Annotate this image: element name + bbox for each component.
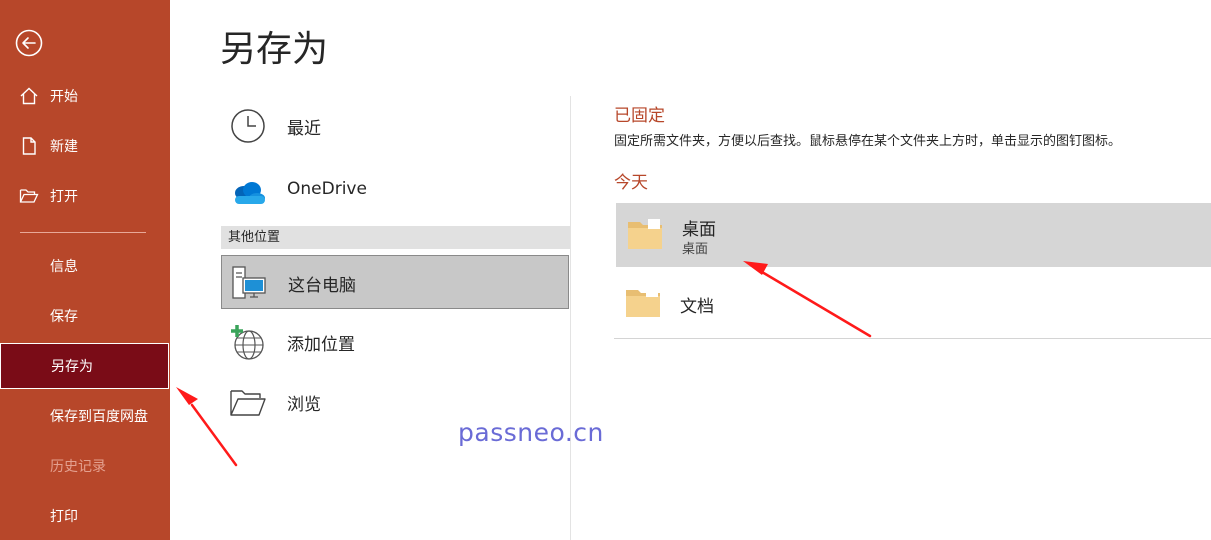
nav-item-home[interactable]: 开始 [0, 73, 170, 119]
today-header: 今天 [614, 173, 648, 193]
other-locations-header: 其他位置 [221, 226, 570, 249]
backstage-sidebar: 开始 新建 打开 信息 保存 另存为 保存到百度网盘 历史记录 打印 [0, 0, 170, 540]
nav-item-print[interactable]: 打印 [0, 493, 170, 539]
location-this-pc[interactable]: 这台电脑 [221, 255, 569, 309]
back-arrow-icon[interactable] [15, 29, 43, 57]
computer-icon [232, 266, 266, 299]
list-divider [614, 338, 1211, 339]
open-folder-icon [19, 189, 39, 203]
nav-item-save-to-baidu[interactable]: 保存到百度网盘 [0, 393, 170, 439]
folder-name: 桌面 [682, 220, 716, 240]
folder-item-desktop[interactable]: 桌面 桌面 [616, 203, 1211, 267]
clock-icon [231, 109, 265, 143]
nav-item-info[interactable]: 信息 [0, 243, 170, 289]
location-add-place[interactable]: 添加位置 [221, 315, 569, 369]
nav-item-open[interactable]: 打开 [0, 173, 170, 219]
nav-item-save[interactable]: 保存 [0, 293, 170, 339]
location-label: 添加位置 [287, 335, 355, 355]
location-label: 最近 [287, 119, 321, 139]
location-label: 浏览 [287, 395, 321, 415]
folder-path: 桌面 [682, 242, 709, 257]
nav-item-history: 历史记录 [0, 443, 170, 489]
nav-item-label: 开始 [50, 89, 78, 105]
column-divider [570, 96, 571, 540]
pinned-header: 已固定 [614, 106, 665, 126]
location-onedrive[interactable]: OneDrive [221, 164, 569, 218]
location-recent[interactable]: 最近 [221, 99, 569, 153]
browse-folder-icon [230, 390, 266, 416]
location-label: OneDrive [287, 179, 367, 199]
onedrive-cloud-icon [235, 182, 265, 204]
annotation-arrows [176, 261, 872, 467]
new-document-icon [22, 137, 36, 155]
nav-item-label: 信息 [50, 259, 78, 275]
home-icon [20, 87, 38, 105]
add-globe-icon [231, 325, 264, 360]
watermark-text: passneo.cn [458, 418, 604, 447]
folder-icon [628, 219, 662, 249]
nav-item-new[interactable]: 新建 [0, 123, 170, 169]
location-label: 这台电脑 [288, 276, 356, 296]
page-title: 另存为 [220, 29, 329, 70]
nav-item-label: 另存为 [51, 359, 93, 375]
nav-item-label: 新建 [50, 139, 78, 155]
folder-icon [626, 287, 660, 317]
nav-item-save-as[interactable]: 另存为 [0, 343, 169, 389]
nav-item-label: 打开 [50, 189, 78, 205]
sidebar-divider [20, 232, 146, 233]
nav-item-label: 保存到百度网盘 [50, 409, 148, 425]
folder-name: 文档 [680, 297, 714, 317]
nav-item-label: 保存 [50, 309, 78, 325]
folder-item-documents[interactable]: 文档 [616, 271, 1211, 335]
nav-item-label: 历史记录 [50, 459, 106, 475]
pinned-description: 固定所需文件夹，方便以后查找。鼠标悬停在某个文件夹上方时，单击显示的图钉图标。 [614, 134, 1122, 149]
nav-item-label: 打印 [50, 509, 78, 525]
